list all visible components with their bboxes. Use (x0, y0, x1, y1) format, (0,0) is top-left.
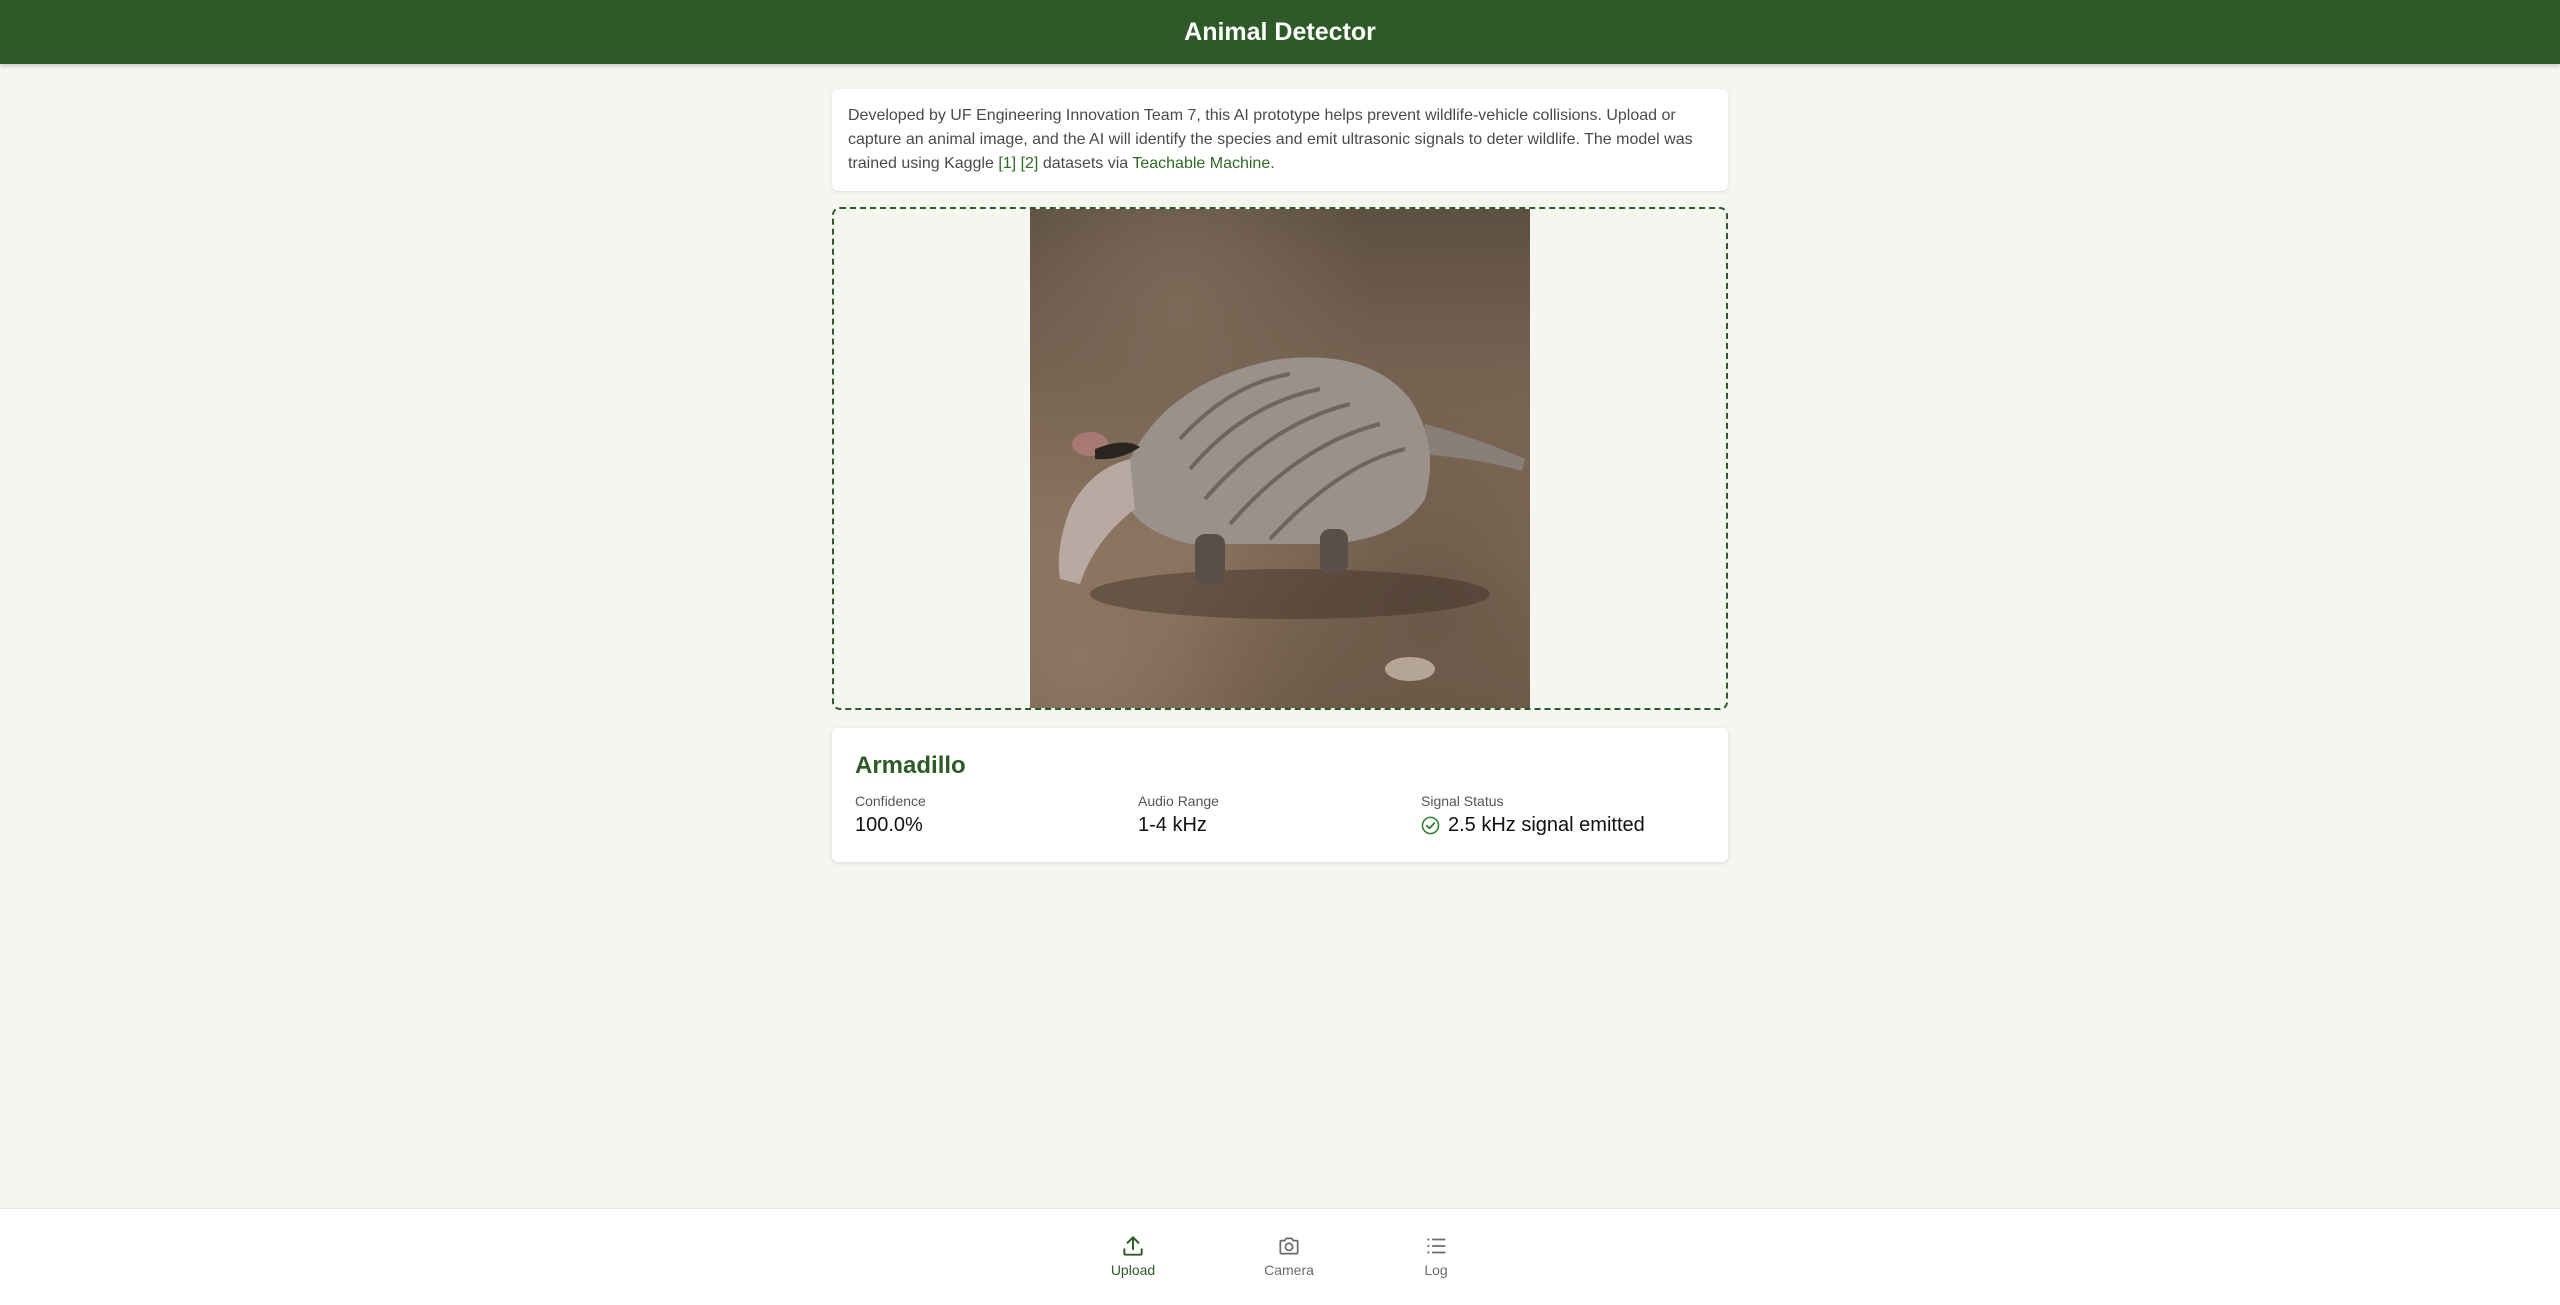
signal-status-row: 2.5 kHz signal emitted (1421, 814, 1704, 837)
intro-text-middle: datasets via (1038, 155, 1133, 172)
uploaded-image (1030, 209, 1530, 708)
confidence-label: Confidence (855, 793, 926, 809)
confidence-metric: Confidence 100.0% (855, 792, 1138, 837)
nav-log-label: Log (1424, 1262, 1448, 1278)
intro-text-end: . (1270, 155, 1275, 172)
check-circle-icon (1421, 816, 1440, 835)
bottom-navigation: Upload Camera Log (0, 1208, 2560, 1305)
audio-range-value: 1-4 kHz (1138, 814, 1207, 836)
list-icon (1427, 1238, 1446, 1254)
result-card: Armadillo Confidence 100.0% Audio Range … (832, 728, 1728, 862)
app-title: Animal Detector (1184, 17, 1376, 46)
intro-text: Developed by UF Engineering Innovation T… (848, 104, 1712, 176)
camera-icon (1279, 1237, 1299, 1255)
app-header: Animal Detector (0, 0, 2560, 64)
teachable-machine-link[interactable]: Teachable Machine (1132, 155, 1270, 172)
species-name: Armadillo (855, 752, 966, 779)
nav-upload[interactable]: Upload (1088, 1233, 1178, 1278)
signal-status-metric: Signal Status 2.5 kHz signal emitted (1421, 792, 1704, 837)
armadillo-photo (1058, 357, 1525, 681)
nav-camera-label: Camera (1264, 1262, 1314, 1278)
kaggle-link-1[interactable]: [1] (998, 155, 1016, 172)
nav-upload-label: Upload (1110, 1262, 1156, 1278)
signal-status-value: 2.5 kHz signal emitted (1448, 814, 1645, 836)
image-drop-zone[interactable] (832, 207, 1728, 710)
nav-log[interactable]: Log (1391, 1233, 1481, 1278)
upload-icon (1123, 1236, 1143, 1256)
intro-card: Developed by UF Engineering Innovation T… (832, 89, 1728, 191)
kaggle-link-2[interactable]: [2] (1021, 155, 1039, 172)
result-metrics: Confidence 100.0% Audio Range 1-4 kHz Si… (855, 792, 1704, 837)
nav-camera[interactable]: Camera (1244, 1233, 1334, 1278)
main-content: Developed by UF Engineering Innovation T… (832, 89, 1728, 862)
audio-range-metric: Audio Range 1-4 kHz (1138, 792, 1421, 837)
signal-status-label: Signal Status (1421, 793, 1504, 809)
confidence-value: 100.0% (855, 814, 923, 836)
audio-range-label: Audio Range (1138, 793, 1219, 809)
